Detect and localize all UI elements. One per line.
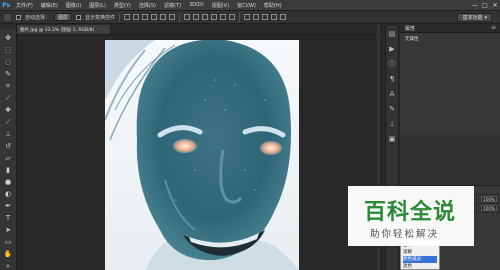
menu-window[interactable]: 窗口(W) — [233, 2, 260, 9]
properties-empty-text: 无属性 — [405, 37, 419, 42]
document-title: 图片.jpg @ 33.3% (图层 1, RGB/8) — [20, 27, 95, 33]
properties-panel-body: 无属性 — [400, 33, 500, 133]
close-button[interactable]: ✕ — [490, 0, 500, 10]
pen-icon[interactable]: ✒ — [3, 201, 14, 211]
distribute-buttons — [184, 14, 236, 20]
path-select-icon[interactable]: ➤ — [3, 225, 14, 235]
menu-edit[interactable]: 编辑(E) — [37, 2, 62, 9]
blend-option-selected[interactable]: 颜色减淡 — [403, 256, 437, 263]
eraser-icon[interactable]: ▱ — [3, 153, 14, 163]
3d-drag-icon[interactable] — [262, 14, 269, 20]
panel-menu-icon[interactable]: ≡ — [491, 24, 496, 31]
divider — [239, 12, 241, 22]
healing-icon[interactable]: ✚ — [3, 105, 14, 115]
watermark-subtitle: 助你轻松解决 — [370, 229, 440, 240]
tools-panel: ✥ ⬚ ◌ ✎ ⌗ ⟋ ✚ ⟋ ⊥ ↺ ▱ ▮ ● ◐ ✒ T ➤ ▭ ✋ ⌕ — [0, 24, 17, 270]
history-panel-icon[interactable]: ▤ — [388, 29, 397, 38]
auto-select-checkbox[interactable] — [16, 14, 21, 20]
align-bottom-icon[interactable] — [142, 14, 149, 20]
tab-properties[interactable]: 属性 — [405, 25, 415, 32]
stamp-icon[interactable]: ⊥ — [3, 129, 14, 139]
menu-view[interactable]: 视图(V) — [208, 2, 233, 9]
zoom-icon[interactable]: ⌕ — [3, 261, 14, 270]
lasso-icon[interactable]: ◌ — [3, 57, 14, 67]
distribute-middle-icon[interactable] — [193, 14, 200, 20]
auto-select-dropdown[interactable]: 图层 — [54, 13, 73, 21]
align-right-icon[interactable] — [169, 14, 176, 20]
transform-controls-checkbox[interactable] — [76, 14, 82, 20]
blur-icon[interactable]: ● — [3, 177, 14, 187]
hand-icon[interactable]: ✋ — [3, 249, 14, 259]
move-icon[interactable]: ✥ — [3, 33, 14, 43]
marquee-icon[interactable]: ⬚ — [3, 45, 14, 55]
move-tool-preset-icon[interactable] — [3, 12, 12, 22]
character-panel-icon[interactable]: A — [388, 89, 397, 98]
menu-type[interactable]: 类型(Y) — [110, 2, 135, 9]
menu-image[interactable]: 图像(I) — [62, 2, 85, 9]
document-tab[interactable]: 图片.jpg @ 33.3% (图层 1, RGB/8) — [17, 25, 111, 34]
brush-panel-icon[interactable]: ✎ — [388, 104, 397, 113]
canvas-area[interactable] — [17, 35, 377, 270]
menu-layer[interactable]: 图层(L) — [85, 2, 110, 9]
clone-panel-icon[interactable]: ⊥ — [388, 119, 397, 128]
inverted-portrait-image[interactable] — [105, 40, 299, 270]
blend-option[interactable]: 滤色 — [403, 263, 437, 270]
menu-select[interactable]: 选择(S) — [135, 2, 160, 9]
chevron-down-icon: ▾ — [484, 14, 487, 21]
watermark-title: 百科全说 — [364, 200, 457, 225]
quick-select-icon[interactable]: ✎ — [3, 69, 14, 79]
menu-bar: Ps 文件(F) 编辑(E) 图像(I) 图层(L) 类型(Y) 选择(S) 滤… — [0, 0, 500, 10]
align-center-icon[interactable] — [160, 14, 167, 20]
minimize-button[interactable]: — — [470, 0, 480, 10]
distribute-top-icon[interactable] — [184, 14, 191, 20]
align-middle-icon[interactable] — [133, 14, 140, 20]
workspace-label: 基本功能 — [462, 15, 483, 21]
blend-option[interactable]: 溶解 — [403, 249, 437, 256]
brush-icon[interactable]: ⟋ — [3, 117, 14, 127]
align-buttons — [124, 14, 176, 20]
auto-select-label: 自动选择： — [25, 14, 51, 21]
menu-3d[interactable]: 3D(D) — [185, 2, 208, 8]
align-left-icon[interactable] — [151, 14, 158, 20]
menu-file[interactable]: 文件(F) — [12, 2, 37, 9]
eyedropper-icon[interactable]: ⟋ — [3, 93, 14, 103]
distribute-left-icon[interactable] — [211, 14, 218, 20]
opacity-field[interactable]: 100% — [481, 196, 497, 202]
dodge-icon[interactable]: ◐ — [3, 189, 14, 199]
distribute-right-icon[interactable] — [229, 14, 236, 20]
3d-slide-icon[interactable] — [271, 14, 278, 20]
info-panel-icon[interactable]: ⓘ — [388, 59, 397, 68]
fill-field[interactable]: 100% — [481, 205, 497, 211]
maximize-button[interactable]: □ — [480, 0, 490, 10]
3d-roll-icon[interactable] — [253, 14, 260, 20]
app-logo: Ps — [2, 1, 10, 9]
portrait-illustration — [105, 40, 299, 270]
type-icon[interactable]: T — [3, 213, 14, 223]
actions-panel-icon[interactable]: ▶ — [388, 44, 397, 53]
workspace-switcher[interactable]: 基本功能 ▾ — [457, 13, 492, 22]
align-top-icon[interactable] — [124, 14, 131, 20]
3d-scale-icon[interactable] — [280, 14, 287, 20]
notes-panel-icon[interactable]: ▣ — [388, 134, 397, 143]
paragraph-panel-icon[interactable]: ¶ — [388, 74, 397, 83]
3d-rotate-icon[interactable] — [244, 14, 251, 20]
tools-panel-grip[interactable] — [0, 24, 16, 30]
transform-controls-label: 显示变换控件 — [85, 14, 116, 21]
photoshop-window: Ps 文件(F) 编辑(E) 图像(I) 图层(L) 类型(Y) 选择(S) 滤… — [0, 0, 500, 270]
distribute-bottom-icon[interactable] — [202, 14, 209, 20]
menu-help[interactable]: 帮助(H) — [260, 2, 286, 9]
3d-mode-buttons — [244, 14, 287, 20]
shape-icon[interactable]: ▭ — [3, 237, 14, 247]
distribute-center-icon[interactable] — [220, 14, 227, 20]
history-brush-icon[interactable]: ↺ — [3, 141, 14, 151]
crop-icon[interactable]: ⌗ — [3, 81, 14, 91]
properties-panel-header[interactable]: 属性 ≡ — [400, 24, 500, 33]
menu-filter[interactable]: 滤镜(T) — [160, 2, 185, 9]
options-bar: 自动选择： 图层 显示变换控件 基本功能 ▾ — [0, 10, 500, 24]
divider — [179, 12, 181, 22]
divider — [119, 12, 121, 22]
gradient-icon[interactable]: ▮ — [3, 165, 14, 175]
watermark: 百科全说 助你轻松解决 — [348, 186, 474, 246]
window-controls: — □ ✕ — [470, 0, 500, 10]
